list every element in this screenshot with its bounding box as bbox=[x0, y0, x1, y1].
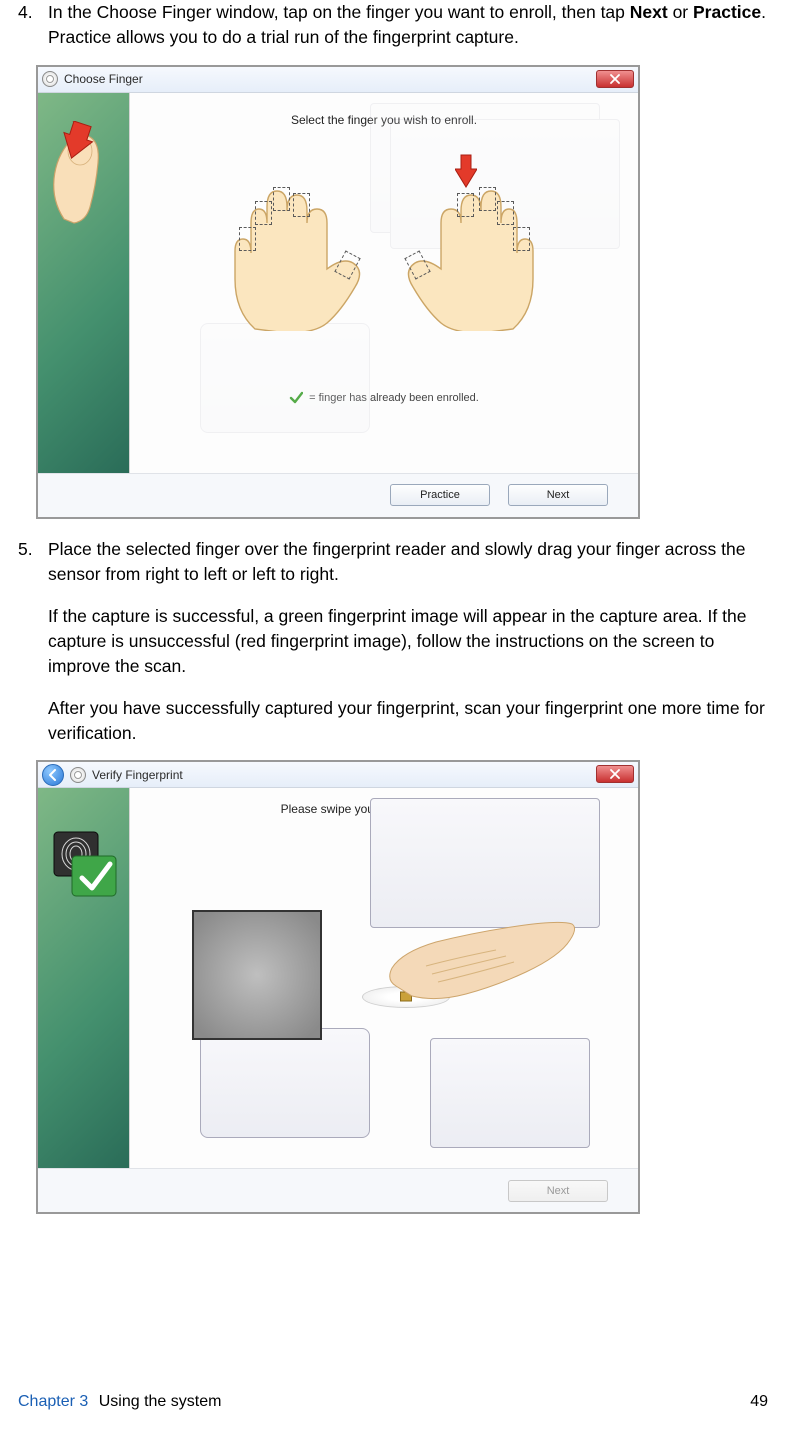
selected-finger-arrow-icon bbox=[455, 153, 477, 189]
dialog-footer-1: Practice Next bbox=[38, 473, 638, 517]
next-button-disabled: Next bbox=[508, 1180, 608, 1202]
main-panel-choose: Select the finger you wish to enroll. bbox=[130, 93, 638, 473]
step-4-bold-practice: Practice bbox=[693, 2, 761, 22]
chapter-title: Using the system bbox=[99, 1393, 222, 1410]
right-ring-target[interactable] bbox=[497, 201, 514, 225]
step-4-number: 4. bbox=[18, 0, 48, 51]
right-index-target[interactable] bbox=[457, 193, 474, 217]
left-ring-target[interactable] bbox=[255, 201, 272, 225]
left-pinky-target[interactable] bbox=[239, 227, 256, 251]
chapter-info: Chapter 3 Using the system bbox=[18, 1393, 221, 1411]
dialog-footer-2: Next bbox=[38, 1168, 638, 1212]
capture-area bbox=[192, 860, 322, 1040]
next-button-label-1: Next bbox=[547, 489, 570, 501]
step-5-body: Place the selected finger over the finge… bbox=[48, 537, 768, 588]
paragraph-capture-result: If the capture is successful, a green fi… bbox=[48, 604, 768, 680]
instruction-text: Select the finger you wish to enroll. bbox=[291, 113, 477, 127]
left-index-target[interactable] bbox=[293, 193, 310, 217]
step-4-body: In the Choose Finger window, tap on the … bbox=[48, 0, 768, 51]
close-button-2[interactable] bbox=[596, 765, 634, 783]
hands-selector bbox=[227, 161, 541, 331]
checkmark-icon bbox=[289, 391, 303, 405]
screenshot-choose-finger: Choose Finger bbox=[36, 65, 640, 519]
fingerprint-badge-icon bbox=[52, 830, 118, 905]
close-icon-2 bbox=[609, 769, 621, 779]
step-5: 5. Place the selected finger over the fi… bbox=[18, 537, 768, 588]
enrolled-legend: = finger has already been enrolled. bbox=[289, 391, 479, 405]
enrolled-legend-text: = finger has already been enrolled. bbox=[309, 392, 479, 404]
step-4-bold-next: Next bbox=[630, 2, 668, 22]
red-arrow-corner-icon bbox=[60, 121, 94, 166]
practice-button[interactable]: Practice bbox=[390, 484, 490, 506]
left-hand[interactable] bbox=[227, 161, 377, 331]
right-middle-target[interactable] bbox=[479, 187, 496, 211]
verify-row bbox=[192, 860, 576, 1040]
screenshot-verify-fingerprint: Verify Fingerprint bbox=[36, 760, 640, 1214]
main-panel-verify: Please swipe your finger on the sensor bbox=[130, 788, 638, 1168]
step-5-number: 5. bbox=[18, 537, 48, 588]
left-middle-target[interactable] bbox=[273, 187, 290, 211]
scan-preview-box bbox=[192, 910, 322, 1040]
chapter-label: Chapter 3 bbox=[18, 1393, 88, 1410]
paragraph-verification: After you have successfully captured you… bbox=[48, 696, 768, 747]
step-4-text-b: or bbox=[668, 2, 693, 22]
right-hand[interactable] bbox=[391, 161, 541, 331]
page-number: 49 bbox=[750, 1393, 768, 1411]
step-4: 4. In the Choose Finger window, tap on t… bbox=[18, 0, 768, 51]
window-title-verify: Verify Fingerprint bbox=[92, 768, 183, 782]
practice-button-label: Practice bbox=[420, 489, 460, 501]
hand-on-sensor-illustration bbox=[356, 870, 576, 1030]
next-button[interactable]: Next bbox=[508, 484, 608, 506]
step-4-text-a: In the Choose Finger window, tap on the … bbox=[48, 2, 630, 22]
page-footer: Chapter 3 Using the system 49 bbox=[18, 1393, 768, 1411]
titlebar-choose-finger: Choose Finger bbox=[38, 67, 638, 93]
fingerprint-app-icon-2 bbox=[70, 767, 86, 783]
back-arrow-icon bbox=[47, 769, 59, 781]
close-icon bbox=[609, 74, 621, 84]
back-button[interactable] bbox=[42, 764, 64, 786]
right-pinky-target[interactable] bbox=[513, 227, 530, 251]
close-button[interactable] bbox=[596, 70, 634, 88]
window-title-choose-finger: Choose Finger bbox=[64, 72, 143, 86]
fingerprint-app-icon bbox=[42, 71, 58, 87]
next-button-label-2: Next bbox=[547, 1185, 570, 1197]
titlebar-verify: Verify Fingerprint bbox=[38, 762, 638, 788]
sidebar-green-2 bbox=[38, 788, 130, 1168]
sidebar-green bbox=[38, 93, 130, 473]
